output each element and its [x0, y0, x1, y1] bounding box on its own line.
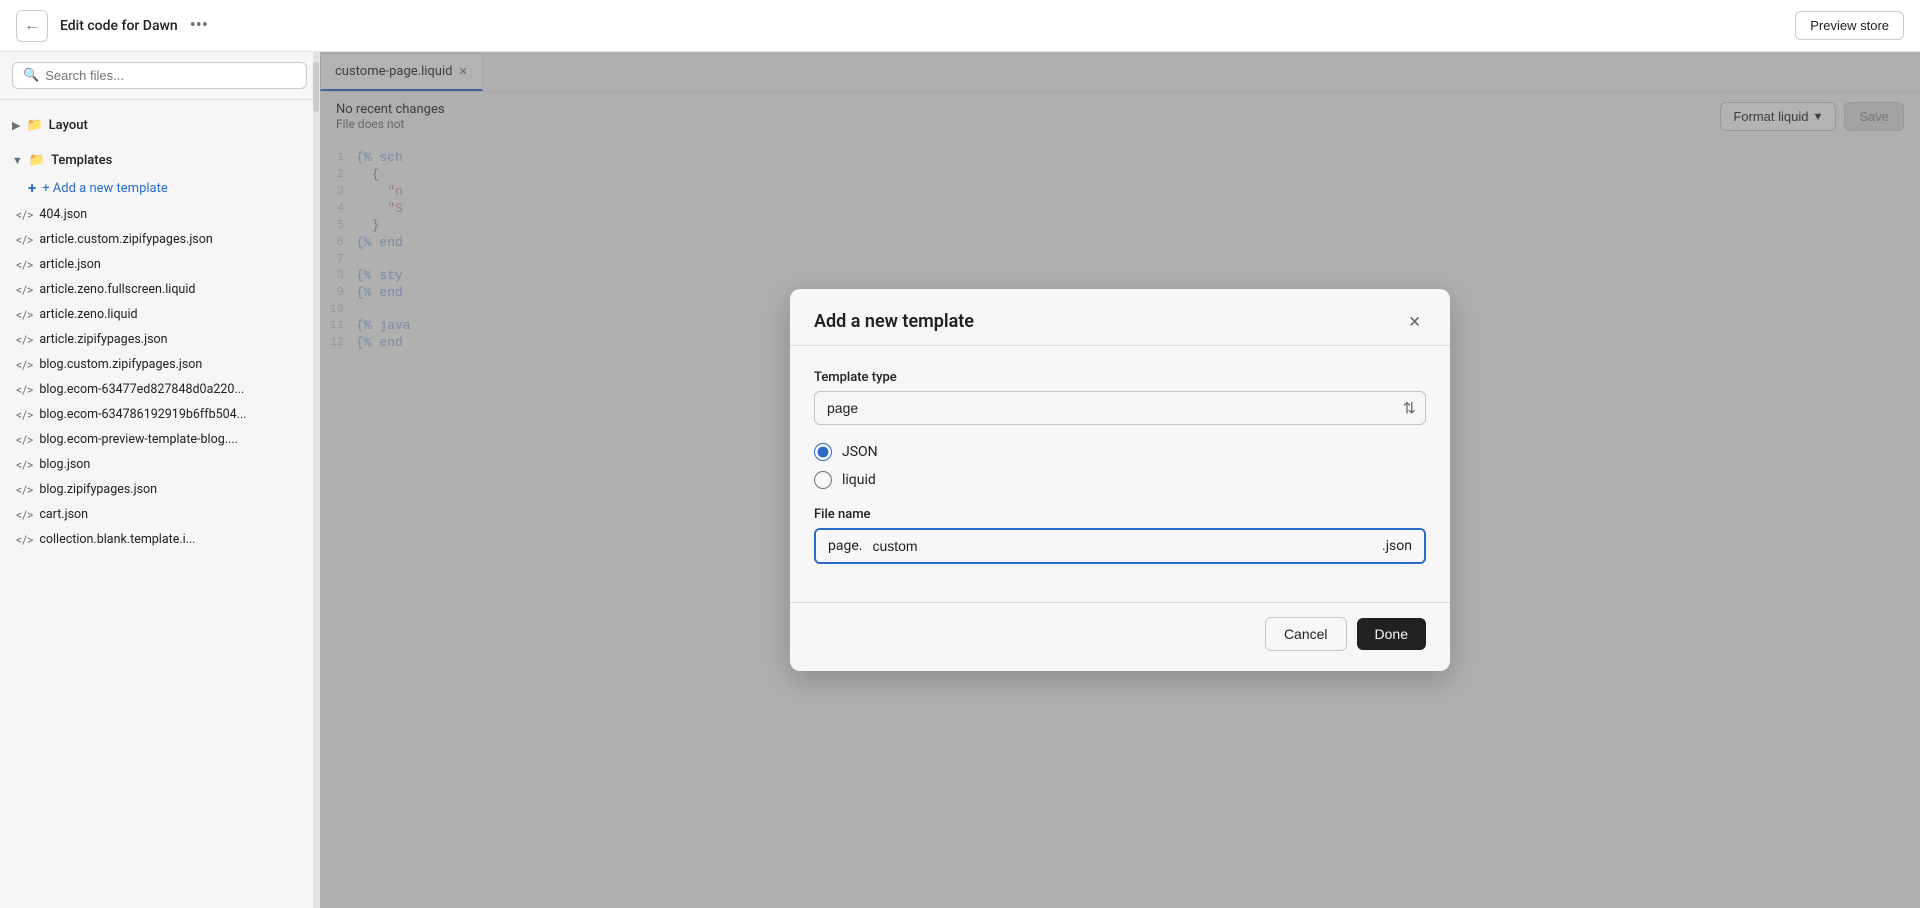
sidebar-search: 🔍	[0, 52, 319, 100]
file-icon: </>	[16, 383, 33, 397]
list-item[interactable]: </> cart.json	[0, 502, 319, 527]
file-name: blog.ecom-634786192919b6ffb504...	[39, 407, 246, 422]
file-icon: </>	[16, 308, 33, 322]
add-template-label: + Add a new template	[42, 181, 168, 196]
list-item[interactable]: </> collection.blank.template.i...	[0, 527, 319, 552]
templates-folder-icon: 📁	[29, 153, 45, 168]
layout-label: Layout	[49, 118, 88, 133]
file-name: blog.zipifypages.json	[39, 482, 157, 497]
file-name-group: File name page. .json	[814, 507, 1426, 564]
done-button[interactable]: Done	[1357, 618, 1426, 650]
file-icon: </>	[16, 208, 33, 222]
file-icon: </>	[16, 408, 33, 422]
template-type-select-wrap: page article blog cart collection custom…	[814, 391, 1426, 425]
add-template-button[interactable]: + + Add a new template	[0, 174, 319, 202]
list-item[interactable]: </> blog.json	[0, 452, 319, 477]
sidebar-item-layout[interactable]: ▶ 📁 Layout	[0, 112, 319, 139]
file-name: article.zeno.fullscreen.liquid	[39, 282, 195, 297]
file-name: cart.json	[39, 507, 88, 522]
json-radio-input[interactable]	[814, 443, 832, 461]
file-name-input[interactable]	[868, 530, 1378, 562]
dialog-header: Add a new template ×	[790, 289, 1450, 346]
scrollbar-thumb[interactable]	[313, 62, 319, 112]
dialog-footer: Cancel Done	[790, 602, 1450, 671]
json-radio-item[interactable]: JSON	[814, 443, 1426, 461]
list-item[interactable]: </> article.zeno.fullscreen.liquid	[0, 277, 319, 302]
liquid-radio-label: liquid	[842, 472, 876, 488]
content-area: custome-page.liquid ✕ No recent changes …	[320, 52, 1920, 908]
template-type-group: Template type page article blog cart col…	[814, 370, 1426, 425]
scrollbar-track	[313, 52, 319, 908]
list-item[interactable]: </> blog.ecom-634786192919b6ffb504...	[0, 402, 319, 427]
file-name: collection.blank.template.i...	[39, 532, 195, 547]
search-icon: 🔍	[23, 68, 39, 83]
template-type-select[interactable]: page article blog cart collection custom…	[814, 391, 1426, 425]
list-item[interactable]: </> blog.custom.zipifypages.json	[0, 352, 319, 377]
file-name: blog.ecom-63477ed827848d0a220...	[39, 382, 244, 397]
chevron-down-icon: ▼	[12, 154, 23, 167]
file-icon: </>	[16, 333, 33, 347]
file-icon: </>	[16, 233, 33, 247]
list-item[interactable]: </> 404.json	[0, 202, 319, 227]
list-item[interactable]: </> blog.ecom-63477ed827848d0a220...	[0, 377, 319, 402]
file-name: blog.json	[39, 457, 90, 472]
file-name-input-wrap: page. .json	[814, 528, 1426, 564]
templates-label: Templates	[51, 153, 112, 168]
chevron-right-icon: ▶	[12, 119, 20, 132]
file-icon: </>	[16, 433, 33, 447]
file-name: article.custom.zipifypages.json	[39, 232, 212, 247]
file-name: 404.json	[39, 207, 87, 222]
file-icon: </>	[16, 458, 33, 472]
template-type-label: Template type	[814, 370, 1426, 385]
json-radio-label: JSON	[842, 444, 878, 460]
file-icon: </>	[16, 533, 33, 547]
add-template-dialog: Add a new template × Template type page …	[790, 289, 1450, 671]
file-icon: </>	[16, 483, 33, 497]
modal-overlay: Add a new template × Template type page …	[320, 52, 1920, 908]
file-name-suffix: .json	[1378, 530, 1424, 562]
templates-section: ▼ 📁 Templates + + Add a new template </>…	[0, 143, 319, 556]
file-name: blog.ecom-preview-template-blog....	[39, 432, 238, 447]
main-layout: 🔍 ▶ 📁 Layout ▼ 📁 Templates	[0, 52, 1920, 908]
liquid-radio-item[interactable]: liquid	[814, 471, 1426, 489]
file-name-label: File name	[814, 507, 1426, 522]
list-item[interactable]: </> article.custom.zipifypages.json	[0, 227, 319, 252]
dialog-close-button[interactable]: ×	[1403, 309, 1426, 333]
file-icon: </>	[16, 508, 33, 522]
search-input-wrap[interactable]: 🔍	[12, 62, 307, 89]
list-item[interactable]: </> blog.ecom-preview-template-blog....	[0, 427, 319, 452]
plus-icon: +	[28, 179, 36, 197]
cancel-button[interactable]: Cancel	[1265, 617, 1347, 651]
more-options-icon[interactable]: •••	[190, 15, 208, 36]
list-item[interactable]: </> article.zeno.liquid	[0, 302, 319, 327]
file-icon: </>	[16, 283, 33, 297]
back-button[interactable]: ←	[16, 10, 48, 42]
list-item[interactable]: </> blog.zipifypages.json	[0, 477, 319, 502]
dialog-title: Add a new template	[814, 311, 974, 332]
file-icon: </>	[16, 358, 33, 372]
file-name: article.zipifypages.json	[39, 332, 167, 347]
top-bar-left: ← Edit code for Dawn •••	[16, 10, 208, 42]
file-name: article.json	[39, 257, 100, 272]
list-item[interactable]: </> article.json	[0, 252, 319, 277]
file-name: article.zeno.liquid	[39, 307, 137, 322]
search-input[interactable]	[45, 68, 296, 83]
dialog-body: Template type page article blog cart col…	[790, 346, 1450, 602]
folder-icon: 📁	[26, 118, 42, 133]
page-title: Edit code for Dawn	[60, 18, 178, 34]
layout-section: ▶ 📁 Layout	[0, 108, 319, 143]
file-icon: </>	[16, 258, 33, 272]
list-item[interactable]: </> article.zipifypages.json	[0, 327, 319, 352]
preview-store-button[interactable]: Preview store	[1795, 11, 1904, 40]
file-name: blog.custom.zipifypages.json	[39, 357, 202, 372]
file-name-prefix: page.	[816, 530, 868, 562]
top-bar: ← Edit code for Dawn ••• Preview store	[0, 0, 1920, 52]
sidebar-scroll: ▶ 📁 Layout ▼ 📁 Templates + + Add a new t…	[0, 100, 319, 908]
liquid-radio-input[interactable]	[814, 471, 832, 489]
sidebar-item-templates[interactable]: ▼ 📁 Templates	[0, 147, 319, 174]
format-radio-group: JSON liquid	[814, 443, 1426, 489]
sidebar: 🔍 ▶ 📁 Layout ▼ 📁 Templates	[0, 52, 320, 908]
